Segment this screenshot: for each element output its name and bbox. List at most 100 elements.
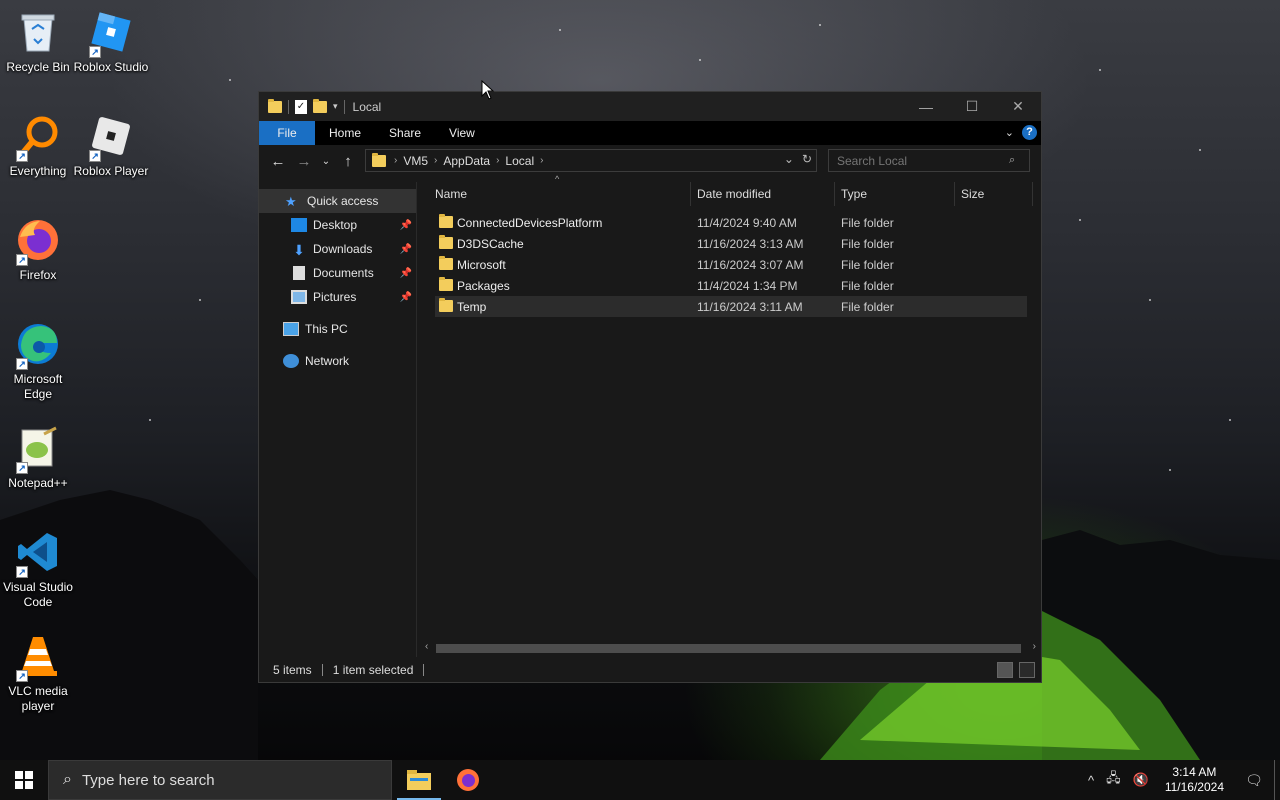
selection-count: 1 item selected bbox=[332, 663, 414, 677]
folder-icon bbox=[439, 214, 453, 228]
address-dropdown-icon[interactable]: ⌄ bbox=[784, 152, 794, 166]
tab-home[interactable]: Home bbox=[315, 121, 375, 145]
taskbar-clock[interactable]: 3:14 AM 11/16/2024 bbox=[1165, 765, 1224, 795]
navigation-pane: ★ Quick access Desktop 📌 ⬇ Downloads 📌 D… bbox=[259, 189, 416, 654]
file-list: ^ Name Date modified Type Size Connected… bbox=[429, 174, 1035, 647]
scroll-left-icon[interactable]: ‹ bbox=[425, 641, 428, 652]
notepadpp-icon: ↗ bbox=[14, 424, 62, 474]
show-desktop-button[interactable] bbox=[1274, 760, 1280, 800]
column-name[interactable]: Name bbox=[435, 187, 467, 201]
roblox-studio-icon: ↗ bbox=[87, 8, 135, 58]
nav-item-this-pc[interactable]: This PC bbox=[259, 317, 416, 341]
everything-icon: ↗ bbox=[14, 112, 62, 162]
edge-icon: ↗ bbox=[14, 320, 62, 370]
desktop-icon-vscode[interactable]: ↗ Visual Studio Code bbox=[0, 528, 76, 610]
item-count: 5 items bbox=[273, 663, 312, 677]
taskbar: ⌕ Type here to search ^ 🖧 🔇 3:14 AM 11/1… bbox=[0, 760, 1280, 800]
notification-center-icon[interactable]: 🗨 bbox=[1234, 772, 1274, 789]
desktop-icon-notepadpp[interactable]: ↗ Notepad++ bbox=[0, 424, 76, 491]
taskbar-firefox[interactable] bbox=[444, 760, 492, 800]
file-row[interactable]: Microsoft 11/16/2024 3:07 AM File folder bbox=[435, 254, 1027, 275]
ribbon-tabs: File Home Share View ⌄ ? bbox=[259, 121, 1041, 145]
nav-item-documents[interactable]: Documents 📌 bbox=[259, 261, 416, 285]
properties-icon[interactable]: ✓ bbox=[295, 99, 307, 114]
volume-muted-icon[interactable]: 🔇 bbox=[1133, 772, 1149, 788]
recent-locations-icon[interactable]: ⌄ bbox=[317, 156, 335, 167]
up-button[interactable]: ↑ bbox=[335, 153, 361, 170]
file-row-selected[interactable]: Temp 11/16/2024 3:11 AM File folder bbox=[435, 296, 1027, 317]
desktop-icon-recycle-bin[interactable]: Recycle Bin bbox=[0, 8, 76, 75]
large-icons-view-button[interactable] bbox=[1019, 662, 1035, 678]
forward-button[interactable]: → bbox=[291, 153, 317, 170]
file-row[interactable]: D3DSCache 11/16/2024 3:13 AM File folder bbox=[435, 233, 1027, 254]
expand-ribbon-icon[interactable]: ⌄ bbox=[1005, 126, 1014, 139]
file-row[interactable]: ConnectedDevicesPlatform 11/4/2024 9:40 … bbox=[435, 212, 1027, 233]
nav-item-network[interactable]: Network bbox=[259, 349, 416, 373]
show-hidden-icons-icon[interactable]: ^ bbox=[1088, 773, 1094, 788]
taskbar-file-explorer[interactable] bbox=[395, 760, 443, 800]
firefox-icon bbox=[457, 769, 479, 791]
search-input[interactable] bbox=[828, 149, 1030, 172]
start-button[interactable] bbox=[0, 760, 48, 800]
desktop-icon-label: Microsoft Edge bbox=[13, 372, 63, 401]
windows-logo-icon bbox=[15, 771, 33, 789]
network-status-icon[interactable]: 🖧 bbox=[1106, 769, 1121, 791]
scroll-right-icon[interactable]: › bbox=[1033, 641, 1036, 652]
recycle-bin-icon bbox=[14, 8, 62, 56]
desktop-icon-edge[interactable]: ↗ Microsoft Edge bbox=[0, 320, 76, 402]
maximize-button[interactable]: ☐ bbox=[949, 92, 995, 121]
roblox-player-icon: ↗ bbox=[87, 112, 135, 162]
nav-item-desktop[interactable]: Desktop 📌 bbox=[259, 213, 416, 237]
address-bar[interactable]: › VM5 › AppData › Local › ⌄ ↻ bbox=[365, 149, 817, 172]
sort-ascending-icon: ^ bbox=[555, 174, 560, 184]
file-row[interactable]: Packages 11/4/2024 1:34 PM File folder bbox=[435, 275, 1027, 296]
minimize-button[interactable]: — bbox=[903, 92, 949, 121]
desktop-icon-firefox[interactable]: ↗ Firefox bbox=[0, 216, 76, 283]
horizontal-scrollbar[interactable]: ‹ › bbox=[422, 640, 1039, 657]
shortcut-arrow-icon: ↗ bbox=[16, 670, 28, 682]
search-icon: ⌕ bbox=[63, 771, 72, 788]
clock-date: 11/16/2024 bbox=[1164, 780, 1224, 794]
help-icon[interactable]: ? bbox=[1022, 125, 1037, 140]
nav-item-pictures[interactable]: Pictures 📌 bbox=[259, 285, 416, 309]
firefox-icon: ↗ bbox=[14, 216, 62, 266]
new-folder-icon[interactable] bbox=[313, 98, 327, 113]
column-type[interactable]: Type bbox=[841, 187, 867, 201]
taskbar-search-placeholder: Type here to search bbox=[81, 771, 215, 789]
folder-icon bbox=[439, 277, 453, 291]
refresh-icon[interactable]: ↻ bbox=[802, 152, 812, 166]
status-bar: 5 items 1 item selected bbox=[259, 658, 1041, 682]
desktop-icon-label: Roblox Player bbox=[73, 164, 149, 178]
desktop-icon-label: Roblox Studio bbox=[73, 60, 149, 74]
desktop-icon-roblox-studio[interactable]: ↗ Roblox Studio bbox=[73, 8, 149, 75]
shortcut-arrow-icon: ↗ bbox=[16, 150, 28, 162]
mouse-cursor-icon bbox=[481, 80, 495, 100]
desktop-icon-label: Everything bbox=[9, 164, 67, 178]
desktop-icon-everything[interactable]: ↗ Everything bbox=[0, 112, 76, 179]
nav-item-downloads[interactable]: ⬇ Downloads 📌 bbox=[259, 237, 416, 261]
pin-icon: 📌 bbox=[399, 291, 412, 303]
file-explorer-icon bbox=[407, 770, 431, 790]
column-date-modified[interactable]: Date modified bbox=[697, 187, 771, 201]
tab-share[interactable]: Share bbox=[375, 121, 435, 145]
desktop-icon-roblox-player[interactable]: ↗ Roblox Player bbox=[73, 112, 149, 179]
breadcrumb-item[interactable]: Local bbox=[505, 154, 534, 168]
nav-item-quick-access[interactable]: ★ Quick access bbox=[259, 189, 416, 213]
pictures-icon bbox=[291, 290, 307, 304]
column-size[interactable]: Size bbox=[961, 187, 984, 201]
customize-toolbar-icon[interactable]: ▾ bbox=[333, 101, 338, 112]
breadcrumb-item[interactable]: VM5 bbox=[403, 154, 428, 168]
scrollbar-thumb[interactable] bbox=[436, 644, 1021, 653]
details-view-button[interactable] bbox=[997, 662, 1013, 678]
computer-icon bbox=[283, 322, 299, 336]
pin-icon: 📌 bbox=[399, 243, 412, 255]
network-icon bbox=[283, 354, 299, 368]
window-titlebar[interactable]: ✓ ▾ Local — ☐ ✕ bbox=[259, 92, 1041, 121]
taskbar-search-box[interactable]: ⌕ Type here to search bbox=[48, 760, 392, 800]
tab-view[interactable]: View bbox=[435, 121, 489, 145]
back-button[interactable]: ← bbox=[265, 153, 291, 170]
tab-file[interactable]: File bbox=[259, 121, 315, 145]
breadcrumb-item[interactable]: AppData bbox=[443, 154, 490, 168]
desktop-icon-vlc[interactable]: ↗ VLC media player bbox=[0, 632, 76, 714]
close-button[interactable]: ✕ bbox=[995, 92, 1041, 121]
